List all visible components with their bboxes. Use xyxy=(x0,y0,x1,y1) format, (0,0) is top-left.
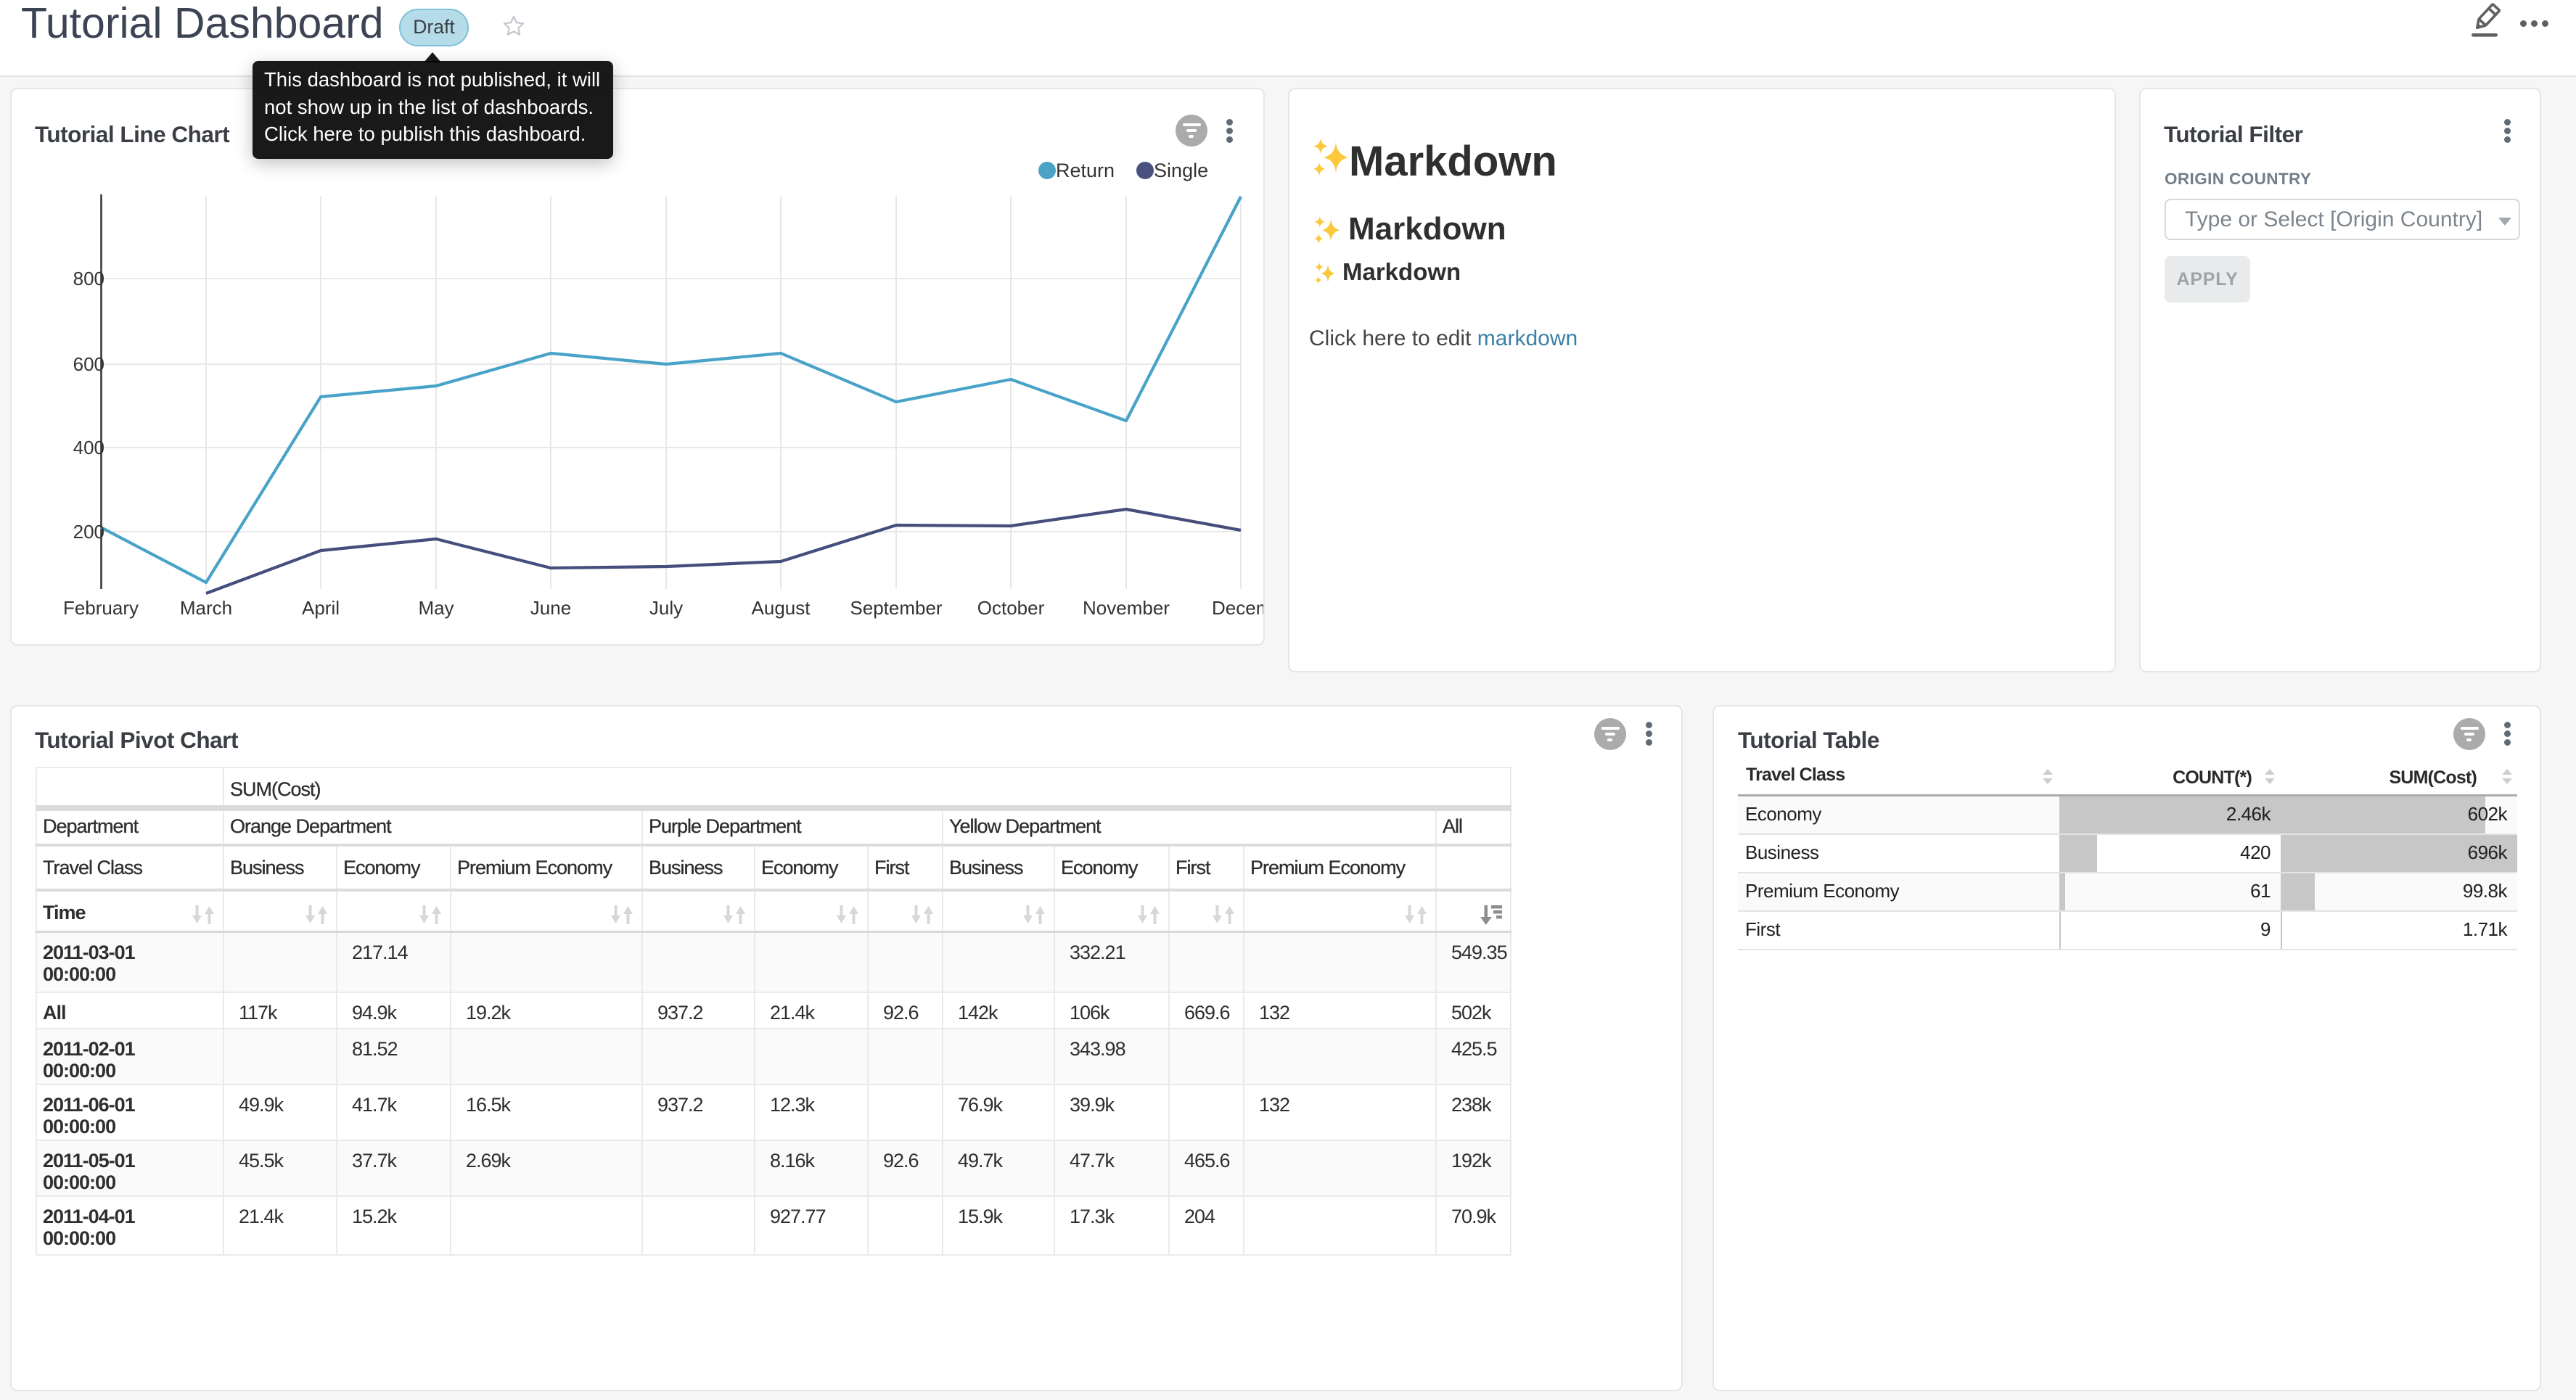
svg-text:December: December xyxy=(1212,597,1263,619)
svg-text:March: March xyxy=(180,597,232,619)
svg-text:August: August xyxy=(752,597,811,619)
svg-text:200: 200 xyxy=(73,521,104,543)
svg-text:November: November xyxy=(1083,597,1170,619)
svg-text:April: April xyxy=(302,597,340,619)
svg-text:May: May xyxy=(418,597,454,619)
svg-text:June: June xyxy=(530,597,571,619)
svg-text:September: September xyxy=(850,597,943,619)
svg-text:July: July xyxy=(649,597,683,619)
svg-text:600: 600 xyxy=(73,353,104,375)
svg-text:800: 800 xyxy=(73,268,104,289)
svg-text:October: October xyxy=(977,597,1045,619)
svg-text:February: February xyxy=(63,597,139,619)
svg-text:400: 400 xyxy=(73,437,104,458)
